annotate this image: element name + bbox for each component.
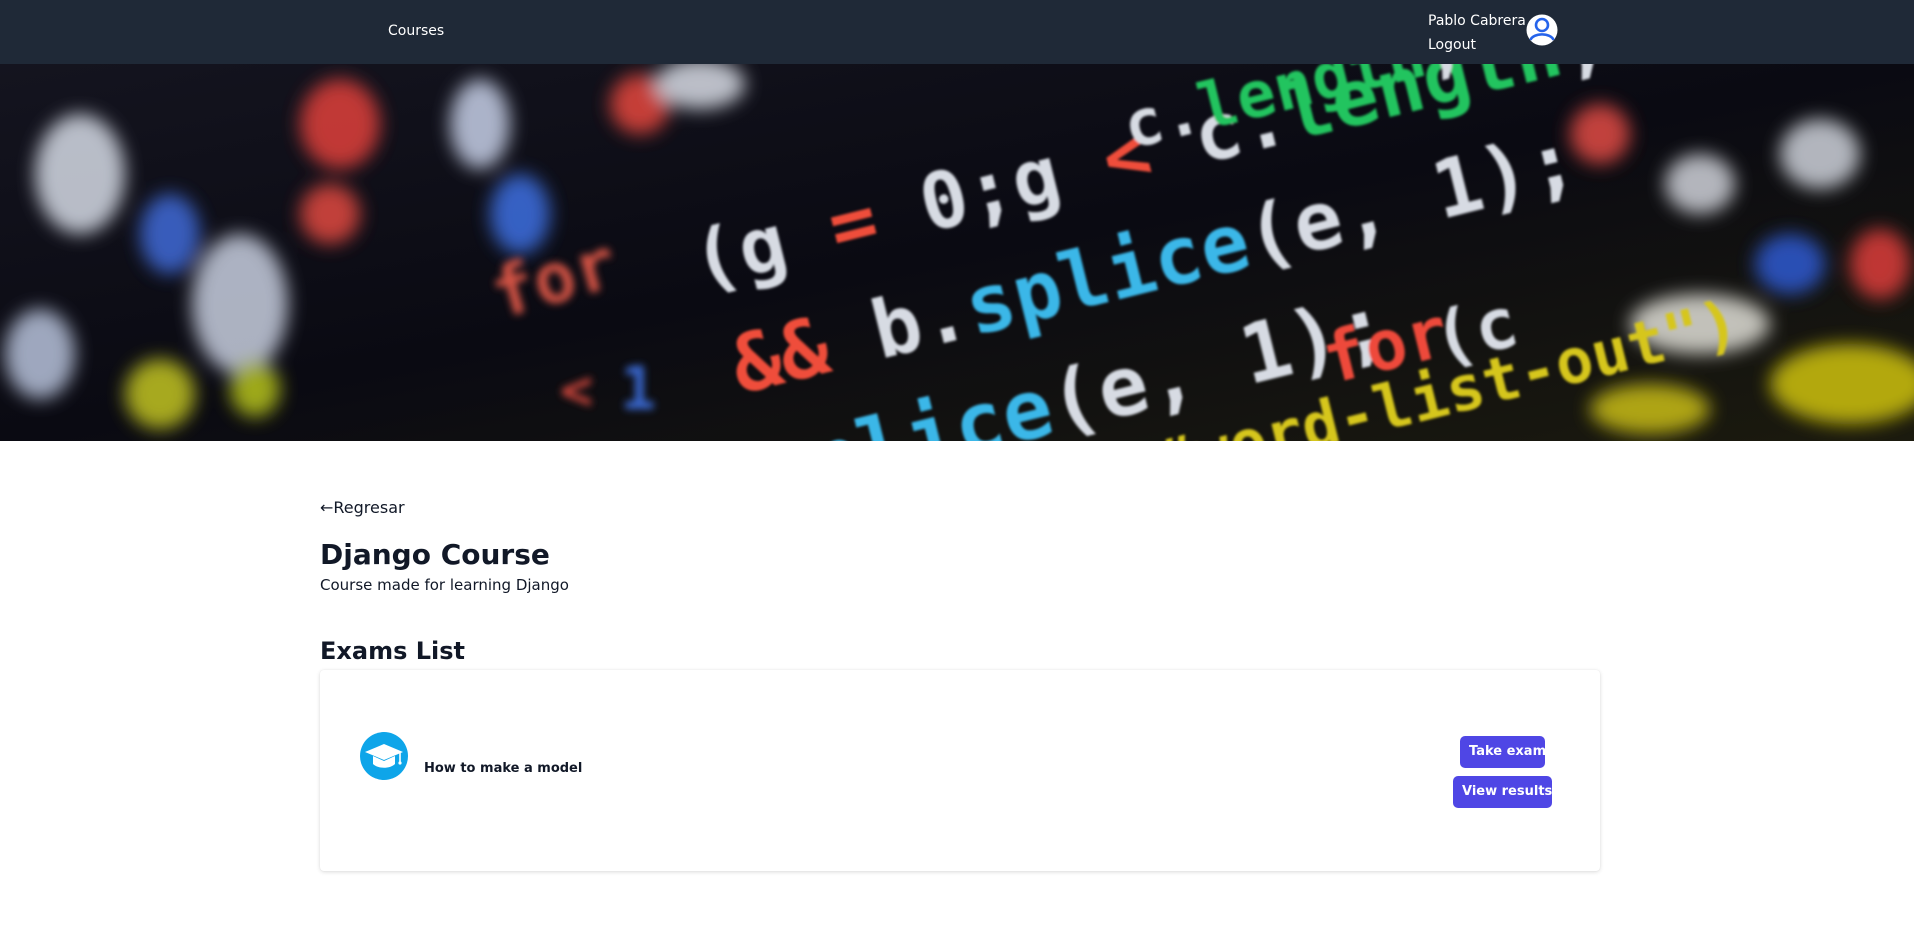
hero-banner-image: for < 1 (g = 0;g < c.length, && b.splice… xyxy=(0,64,1914,441)
exam-name: How to make a model xyxy=(424,761,583,776)
logout-link[interactable]: Logout xyxy=(1428,37,1476,53)
user-circle-icon[interactable] xyxy=(1525,13,1559,47)
take-exam-button[interactable]: Take exam xyxy=(1460,736,1546,768)
course-title: Django Course xyxy=(320,538,550,571)
svg-text:1: 1 xyxy=(620,354,656,424)
user-name: Pablo Cabrera xyxy=(1428,13,1526,29)
view-results-button[interactable]: View results xyxy=(1453,776,1552,808)
nav-courses-link[interactable]: Courses xyxy=(388,23,444,39)
code-banner-graphic: for < 1 (g = 0;g < c.length, && b.splice… xyxy=(0,64,1914,441)
arrow-left-icon: ← xyxy=(320,498,334,517)
back-link-label: Regresar xyxy=(333,498,405,517)
user-menu: Pablo Cabrera Logout xyxy=(1428,13,1568,57)
course-description: Course made for learning Django xyxy=(320,576,569,594)
svg-text:<: < xyxy=(560,358,593,422)
exams-list-heading: Exams List xyxy=(320,637,465,665)
top-navbar: Courses Pablo Cabrera Logout xyxy=(0,0,1914,64)
graduation-cap-icon xyxy=(360,732,408,780)
back-link[interactable]: ←Regresar xyxy=(320,498,405,517)
exam-card: How to make a model Take exam View resul… xyxy=(320,670,1600,871)
